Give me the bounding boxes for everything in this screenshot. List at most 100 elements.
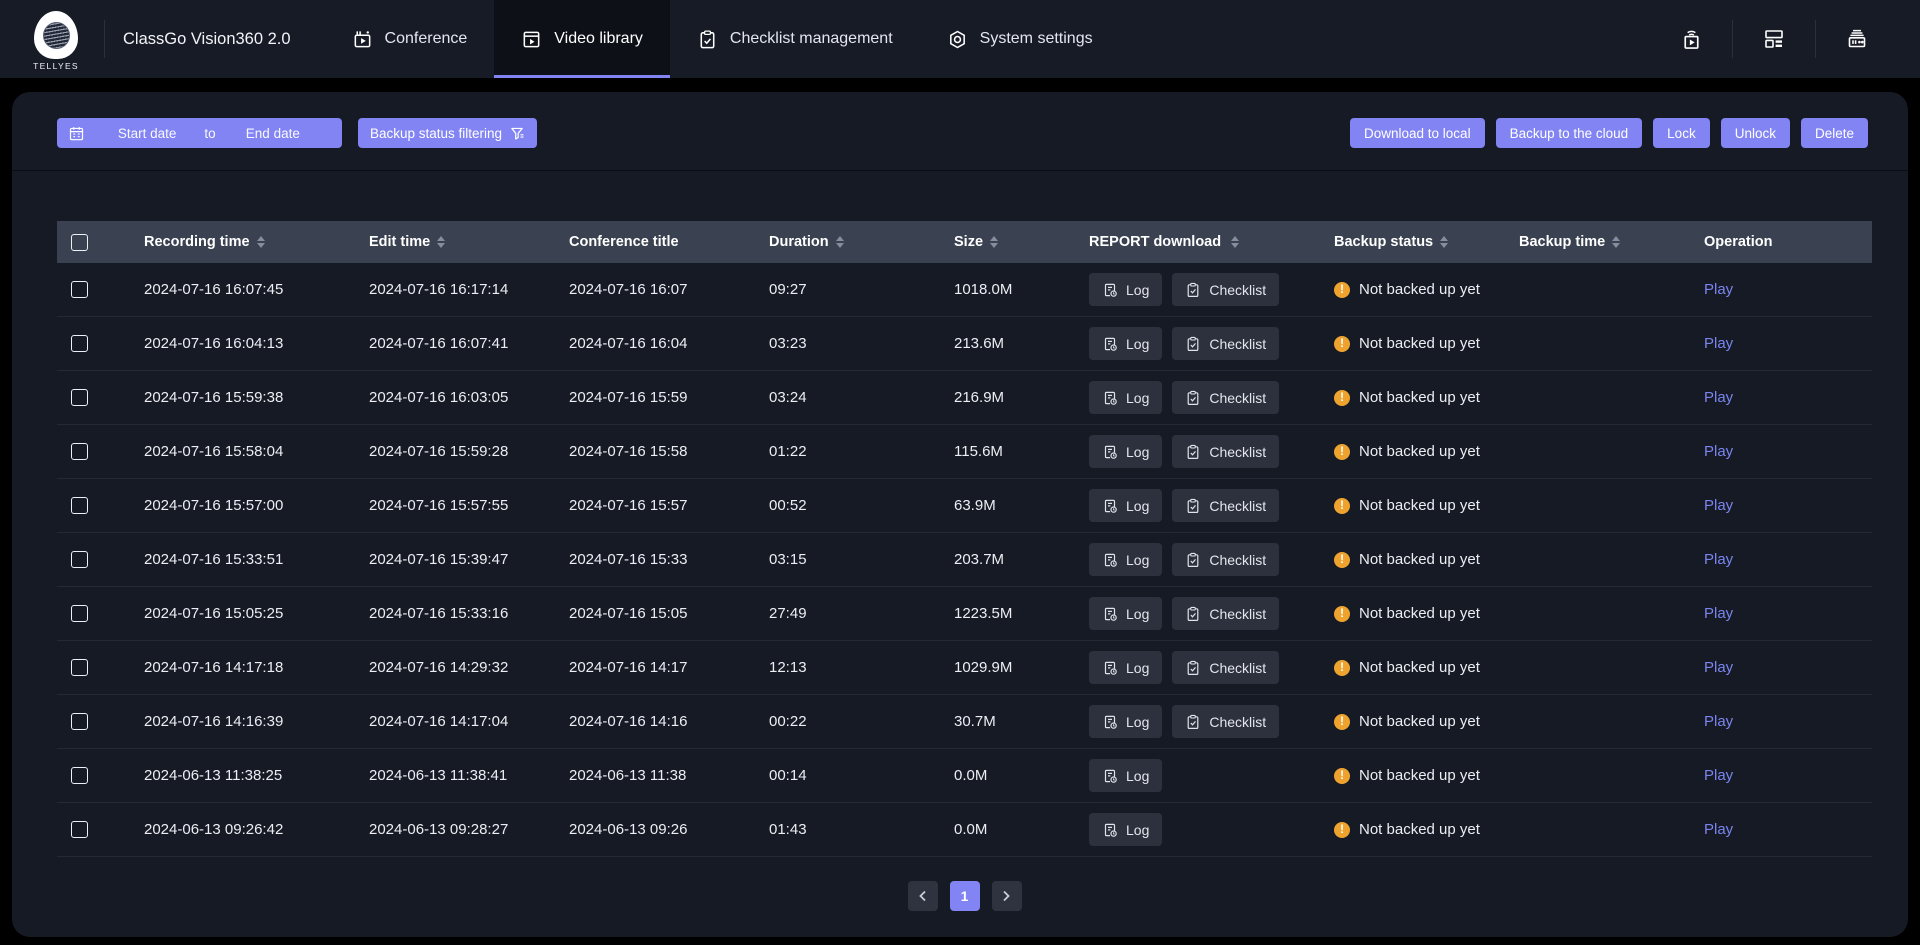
operation-cell: Play bbox=[1690, 551, 1872, 568]
header-report-download[interactable]: REPORT download bbox=[1075, 234, 1320, 250]
row-checkbox[interactable] bbox=[71, 281, 88, 298]
size-cell: 1029.9M bbox=[940, 659, 1075, 676]
delete-button[interactable]: Delete bbox=[1801, 118, 1868, 148]
play-link[interactable]: Play bbox=[1704, 605, 1733, 622]
row-checkbox[interactable] bbox=[71, 767, 88, 784]
checklist-download-button[interactable]: Checklist bbox=[1172, 705, 1279, 738]
checklist-download-button[interactable]: Checklist bbox=[1172, 327, 1279, 360]
row-checkbox[interactable] bbox=[71, 551, 88, 568]
checklist-download-button[interactable]: Checklist bbox=[1172, 381, 1279, 414]
sort-icon[interactable] bbox=[1440, 236, 1448, 249]
play-link[interactable]: Play bbox=[1704, 659, 1733, 676]
play-link[interactable]: Play bbox=[1704, 821, 1733, 838]
duration-cell: 01:22 bbox=[755, 443, 940, 460]
backup-status-filter-button[interactable]: Backup status filtering bbox=[358, 118, 537, 148]
row-checkbox[interactable] bbox=[71, 389, 88, 406]
log-download-button[interactable]: Log bbox=[1089, 327, 1162, 360]
row-checkbox[interactable] bbox=[71, 713, 88, 730]
log-file-icon bbox=[1102, 282, 1118, 298]
page-1-button[interactable]: 1 bbox=[950, 881, 980, 911]
date-range-picker[interactable]: Start date to End date bbox=[57, 118, 342, 148]
recorder-device-icon[interactable] bbox=[1816, 27, 1898, 51]
row-checkbox[interactable] bbox=[71, 605, 88, 622]
log-download-button[interactable]: Log bbox=[1089, 435, 1162, 468]
checklist-button-label: Checklist bbox=[1209, 606, 1266, 622]
download-to-local-button[interactable]: Download to local bbox=[1350, 118, 1485, 148]
next-page-button[interactable] bbox=[992, 881, 1022, 911]
operation-cell: Play bbox=[1690, 389, 1872, 406]
play-link[interactable]: Play bbox=[1704, 767, 1733, 784]
header-duration[interactable]: Duration bbox=[755, 234, 940, 250]
play-link[interactable]: Play bbox=[1704, 281, 1733, 298]
sort-icon[interactable] bbox=[257, 236, 265, 249]
logo-text: TELLYES bbox=[33, 61, 79, 71]
sort-icon[interactable] bbox=[1612, 236, 1620, 249]
tab-checklist-management[interactable]: Checklist management bbox=[670, 0, 920, 78]
log-button-label: Log bbox=[1126, 282, 1149, 298]
duration-cell: 03:23 bbox=[755, 335, 940, 352]
log-download-button[interactable]: Log bbox=[1089, 705, 1162, 738]
layout-icon[interactable] bbox=[1733, 27, 1815, 51]
lock-button[interactable]: Lock bbox=[1653, 118, 1710, 148]
row-checkbox[interactable] bbox=[71, 659, 88, 676]
row-checkbox[interactable] bbox=[71, 335, 88, 352]
play-link[interactable]: Play bbox=[1704, 389, 1733, 406]
warning-icon: ! bbox=[1334, 768, 1350, 784]
checklist-download-button[interactable]: Checklist bbox=[1172, 597, 1279, 630]
log-file-icon bbox=[1102, 336, 1118, 352]
log-download-button[interactable]: Log bbox=[1089, 597, 1162, 630]
start-date-field[interactable]: Start date bbox=[90, 126, 204, 141]
sort-icon[interactable] bbox=[1231, 236, 1239, 249]
tab-system-settings[interactable]: System settings bbox=[920, 0, 1120, 78]
header-recording-time[interactable]: Recording time bbox=[130, 234, 355, 250]
tab-label: Conference bbox=[385, 30, 468, 48]
log-download-button[interactable]: Log bbox=[1089, 759, 1162, 792]
backup-to-cloud-button[interactable]: Backup to the cloud bbox=[1496, 118, 1643, 148]
sort-icon[interactable] bbox=[437, 236, 445, 249]
row-checkbox[interactable] bbox=[71, 821, 88, 838]
table-row: 2024-07-16 15:59:38 2024-07-16 16:03:05 … bbox=[57, 371, 1872, 425]
checklist-file-icon bbox=[1185, 282, 1201, 298]
play-link[interactable]: Play bbox=[1704, 443, 1733, 460]
table-row: 2024-07-16 14:17:18 2024-07-16 14:29:32 … bbox=[57, 641, 1872, 695]
warning-icon: ! bbox=[1334, 552, 1350, 568]
header-conference-title: Conference title bbox=[555, 234, 755, 250]
select-all-checkbox[interactable] bbox=[71, 234, 88, 251]
header-backup-time[interactable]: Backup time bbox=[1505, 234, 1690, 250]
unlock-button[interactable]: Unlock bbox=[1721, 118, 1790, 148]
checklist-download-button[interactable]: Checklist bbox=[1172, 651, 1279, 684]
conference-title-cell: 2024-07-16 15:59 bbox=[555, 389, 755, 406]
log-download-button[interactable]: Log bbox=[1089, 543, 1162, 576]
row-checkbox[interactable] bbox=[71, 497, 88, 514]
header-size[interactable]: Size bbox=[940, 234, 1075, 250]
row-checkbox[interactable] bbox=[71, 443, 88, 460]
play-link[interactable]: Play bbox=[1704, 497, 1733, 514]
header-edit-time[interactable]: Edit time bbox=[355, 234, 555, 250]
play-link[interactable]: Play bbox=[1704, 713, 1733, 730]
play-link[interactable]: Play bbox=[1704, 335, 1733, 352]
checklist-download-button[interactable]: Checklist bbox=[1172, 543, 1279, 576]
end-date-field[interactable]: End date bbox=[216, 126, 330, 141]
recording-time-cell: 2024-07-16 15:33:51 bbox=[130, 551, 355, 568]
log-download-button[interactable]: Log bbox=[1089, 651, 1162, 684]
edit-time-cell: 2024-07-16 14:17:04 bbox=[355, 713, 555, 730]
table-row: 2024-07-16 15:58:04 2024-07-16 15:59:28 … bbox=[57, 425, 1872, 479]
log-download-button[interactable]: Log bbox=[1089, 273, 1162, 306]
date-range-separator: to bbox=[204, 126, 215, 141]
sort-icon[interactable] bbox=[836, 236, 844, 249]
cast-screen-icon[interactable] bbox=[1650, 27, 1732, 52]
log-download-button[interactable]: Log bbox=[1089, 489, 1162, 522]
sort-icon[interactable] bbox=[990, 236, 998, 249]
play-link[interactable]: Play bbox=[1704, 551, 1733, 568]
checklist-download-button[interactable]: Checklist bbox=[1172, 273, 1279, 306]
header-backup-status[interactable]: Backup status bbox=[1320, 234, 1505, 250]
checklist-download-button[interactable]: Checklist bbox=[1172, 489, 1279, 522]
tab-video-library[interactable]: Video library bbox=[494, 0, 670, 78]
log-download-button[interactable]: Log bbox=[1089, 381, 1162, 414]
prev-page-button[interactable] bbox=[908, 881, 938, 911]
tab-label: Checklist management bbox=[730, 30, 893, 48]
log-file-icon bbox=[1102, 390, 1118, 406]
tab-conference[interactable]: Conference bbox=[325, 0, 495, 78]
checklist-download-button[interactable]: Checklist bbox=[1172, 435, 1279, 468]
log-download-button[interactable]: Log bbox=[1089, 813, 1162, 846]
